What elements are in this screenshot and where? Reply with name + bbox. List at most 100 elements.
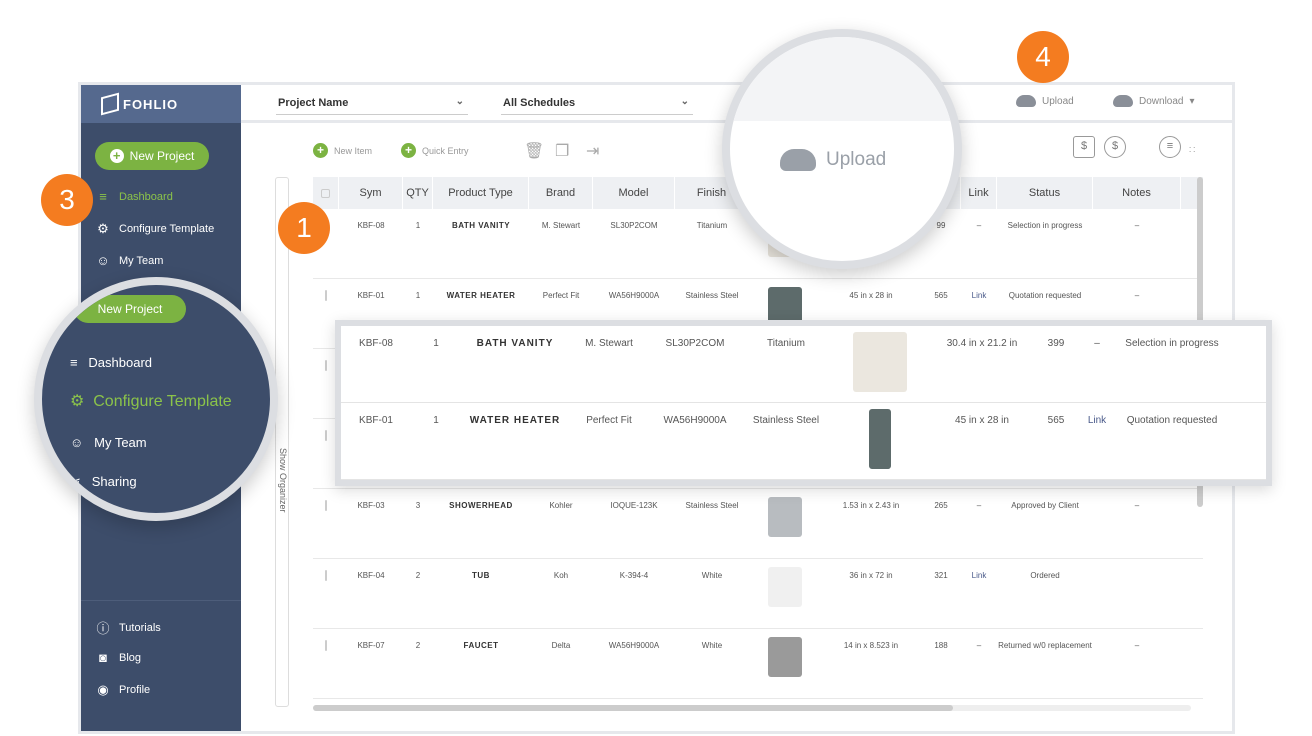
cell: Perfect Fit	[586, 415, 632, 426]
col-notes[interactable]: Notes	[1093, 177, 1181, 209]
cloud-upload-icon	[1016, 95, 1036, 107]
product-image	[749, 497, 821, 558]
cell: –	[1134, 221, 1140, 230]
team-icon: ☺	[70, 435, 84, 450]
chevron-down-icon: ▾	[1189, 95, 1195, 107]
cell: KBF-08	[359, 338, 393, 349]
cell: K-394-4	[619, 571, 649, 580]
quick-entry-button[interactable]: + Quick Entry	[401, 143, 469, 158]
sidebar-item-configure-template[interactable]: ⚙ Configure Template	[95, 221, 214, 237]
cell: SHOWERHEAD	[449, 501, 513, 510]
upload-button[interactable]: Upload	[780, 149, 886, 171]
product-image	[831, 332, 929, 392]
cell: WATER HEATER	[469, 415, 561, 426]
upload-button[interactable]: Upload	[1016, 95, 1074, 107]
col-brand[interactable]: Brand	[529, 177, 593, 209]
row-checkbox[interactable]	[325, 290, 327, 301]
sidebar-item-tutorials[interactable]: ⓘ Tutorials	[95, 618, 160, 637]
new-item-button[interactable]: + New Item	[313, 143, 372, 158]
col-sym[interactable]: Sym	[339, 177, 403, 209]
horizontal-scrollbar[interactable]	[313, 705, 1191, 711]
cell: KBF-08	[357, 221, 385, 230]
mag-item-configure-template[interactable]: ⚙ Configure Template	[70, 391, 232, 411]
chevron-down-icon: ⌄	[680, 96, 689, 107]
quick-entry-icon: +	[401, 143, 416, 158]
cell: BATH VANITY	[476, 338, 554, 349]
move-icon[interactable]: ⇥	[586, 141, 599, 161]
plus-icon: +	[313, 143, 328, 158]
callout-badge-4: 4	[1017, 31, 1069, 83]
cell: –	[976, 641, 982, 650]
mag-item-sharing[interactable]: ⋖ Sharing	[70, 474, 137, 490]
col-product-type[interactable]: Product Type	[433, 177, 529, 209]
cell: Ordered	[1030, 571, 1060, 580]
cell: 14 in x 8.523 in	[843, 641, 899, 650]
product-image	[749, 567, 821, 628]
price-icon[interactable]: $	[1104, 136, 1126, 158]
zoomed-rows-callout: KBF-08 1 BATH VANITY M. Stewart SL30P2COM Tit…	[335, 320, 1272, 486]
cell: 2	[415, 571, 421, 580]
mag-item-my-team[interactable]: ☺ My Team	[70, 435, 147, 450]
cell: Returned w/0 replacement	[998, 641, 1092, 650]
cell: FAUCET	[463, 641, 499, 650]
cell: 3	[415, 501, 421, 510]
cell: 265	[934, 501, 948, 510]
show-organizer-toggle[interactable]: Show Organizer	[275, 177, 289, 707]
new-project-button[interactable]: New Project	[74, 295, 186, 323]
table-row[interactable]: KBF-03 3 SHOWERHEAD Kohler IOQUE-123K Stainle…	[313, 489, 1203, 559]
sidebar-item-my-team[interactable]: ☺ My Team	[95, 253, 163, 268]
cell: Delta	[551, 641, 571, 650]
row-checkbox[interactable]	[325, 640, 327, 651]
project-select[interactable]: Project Name ⌄	[276, 95, 468, 115]
gear-icon: ⚙	[97, 221, 109, 236]
callout-badge-1: 1	[278, 202, 330, 254]
cell	[1093, 571, 1181, 628]
cell: 1.53 in x 2.43 in	[842, 501, 900, 510]
cell: M. Stewart	[541, 221, 581, 230]
mag-item-dashboard[interactable]: ≡ Dashboard	[70, 355, 152, 370]
cloud-upload-icon	[780, 149, 816, 171]
col-link[interactable]: Link	[961, 177, 997, 209]
zoomed-row: KBF-01 1 WATER HEATER Perfect Fit WA56H9000A…	[341, 403, 1266, 480]
sidebar-item-profile[interactable]: ◉ Profile	[95, 682, 150, 698]
table-row[interactable]: KBF-07 2 FAUCET Delta WA56H9000A White 14 in x…	[313, 629, 1203, 699]
sidebar-item-blog[interactable]: ◙ Blog	[95, 650, 141, 665]
menu-icon[interactable]: ≡	[1159, 136, 1181, 158]
list-icon: ≡	[99, 189, 107, 204]
cell: Selection in progress	[1125, 338, 1219, 349]
cell[interactable]: Link	[961, 571, 997, 628]
rss-icon: ◙	[99, 650, 107, 665]
callout-badge-3: 3	[41, 174, 93, 226]
schedule-select[interactable]: All Schedules ⌄	[501, 95, 693, 115]
cell: 30.4 in x 21.2 in	[946, 338, 1018, 349]
zoomed-row: KBF-08 1 BATH VANITY M. Stewart SL30P2COM Tit…	[341, 326, 1266, 403]
cell: KBF-07	[357, 641, 385, 650]
user-icon: ◉	[97, 682, 109, 697]
row-checkbox[interactable]	[325, 430, 327, 441]
trash-icon[interactable]: 🗑	[524, 141, 544, 161]
col-status[interactable]: Status	[997, 177, 1093, 209]
col-model[interactable]: Model	[593, 177, 675, 209]
table-row[interactable]: KBF-04 2 TUB Koh K-394-4 White 36 in x 72 in 32…	[313, 559, 1203, 629]
select-all-checkbox[interactable]	[321, 188, 330, 198]
download-button[interactable]: Download ▾	[1113, 95, 1195, 107]
grid-icon[interactable]: ∷	[1189, 145, 1195, 156]
row-checkbox[interactable]	[325, 360, 327, 371]
upload-magnifier: Upload	[722, 29, 962, 269]
row-checkbox[interactable]	[325, 500, 327, 511]
row-checkbox[interactable]	[325, 570, 327, 581]
product-image	[831, 409, 929, 469]
logo: FOHLIO	[81, 85, 241, 123]
budget-icon[interactable]: $	[1073, 136, 1095, 158]
sidebar-item-dashboard[interactable]: ≡ Dashboard	[95, 189, 173, 204]
cell: Stainless Steel	[752, 415, 820, 426]
cell: IOQUE-123K	[610, 501, 658, 510]
col-qty[interactable]: QTY	[403, 177, 433, 209]
cell: Stainless Steel	[685, 501, 739, 510]
cell: White	[701, 571, 723, 580]
cell: –	[1134, 501, 1140, 510]
chevron-down-icon: ⌄	[455, 96, 464, 107]
new-project-button[interactable]: + New Project	[95, 142, 209, 170]
copy-icon[interactable]: ❐	[555, 141, 569, 161]
team-icon: ☺	[96, 253, 110, 268]
